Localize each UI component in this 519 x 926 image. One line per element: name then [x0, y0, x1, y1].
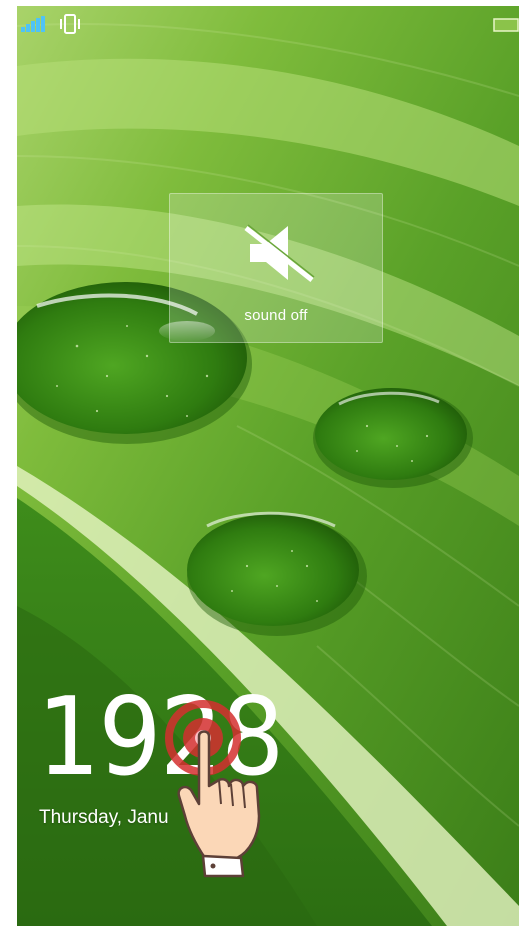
speaker-muted-icon [242, 220, 316, 286]
clock-digit: 9 [98, 675, 161, 800]
signal-bars-icon [21, 16, 47, 32]
vibrate-icon [59, 14, 81, 34]
lock-screen[interactable]: sound off 1928 Thursday, Janu [17, 6, 519, 926]
status-bar [17, 6, 519, 42]
tap-hand-icon [163, 696, 303, 886]
clock-digit: 1 [37, 675, 100, 800]
toast-label: sound off [244, 307, 308, 324]
lock-date: Thursday, Janu [39, 807, 169, 828]
battery-icon [493, 18, 519, 32]
screenshot-page: sound off 1928 Thursday, Janu [0, 0, 519, 926]
sound-off-toast: sound off [169, 193, 383, 343]
